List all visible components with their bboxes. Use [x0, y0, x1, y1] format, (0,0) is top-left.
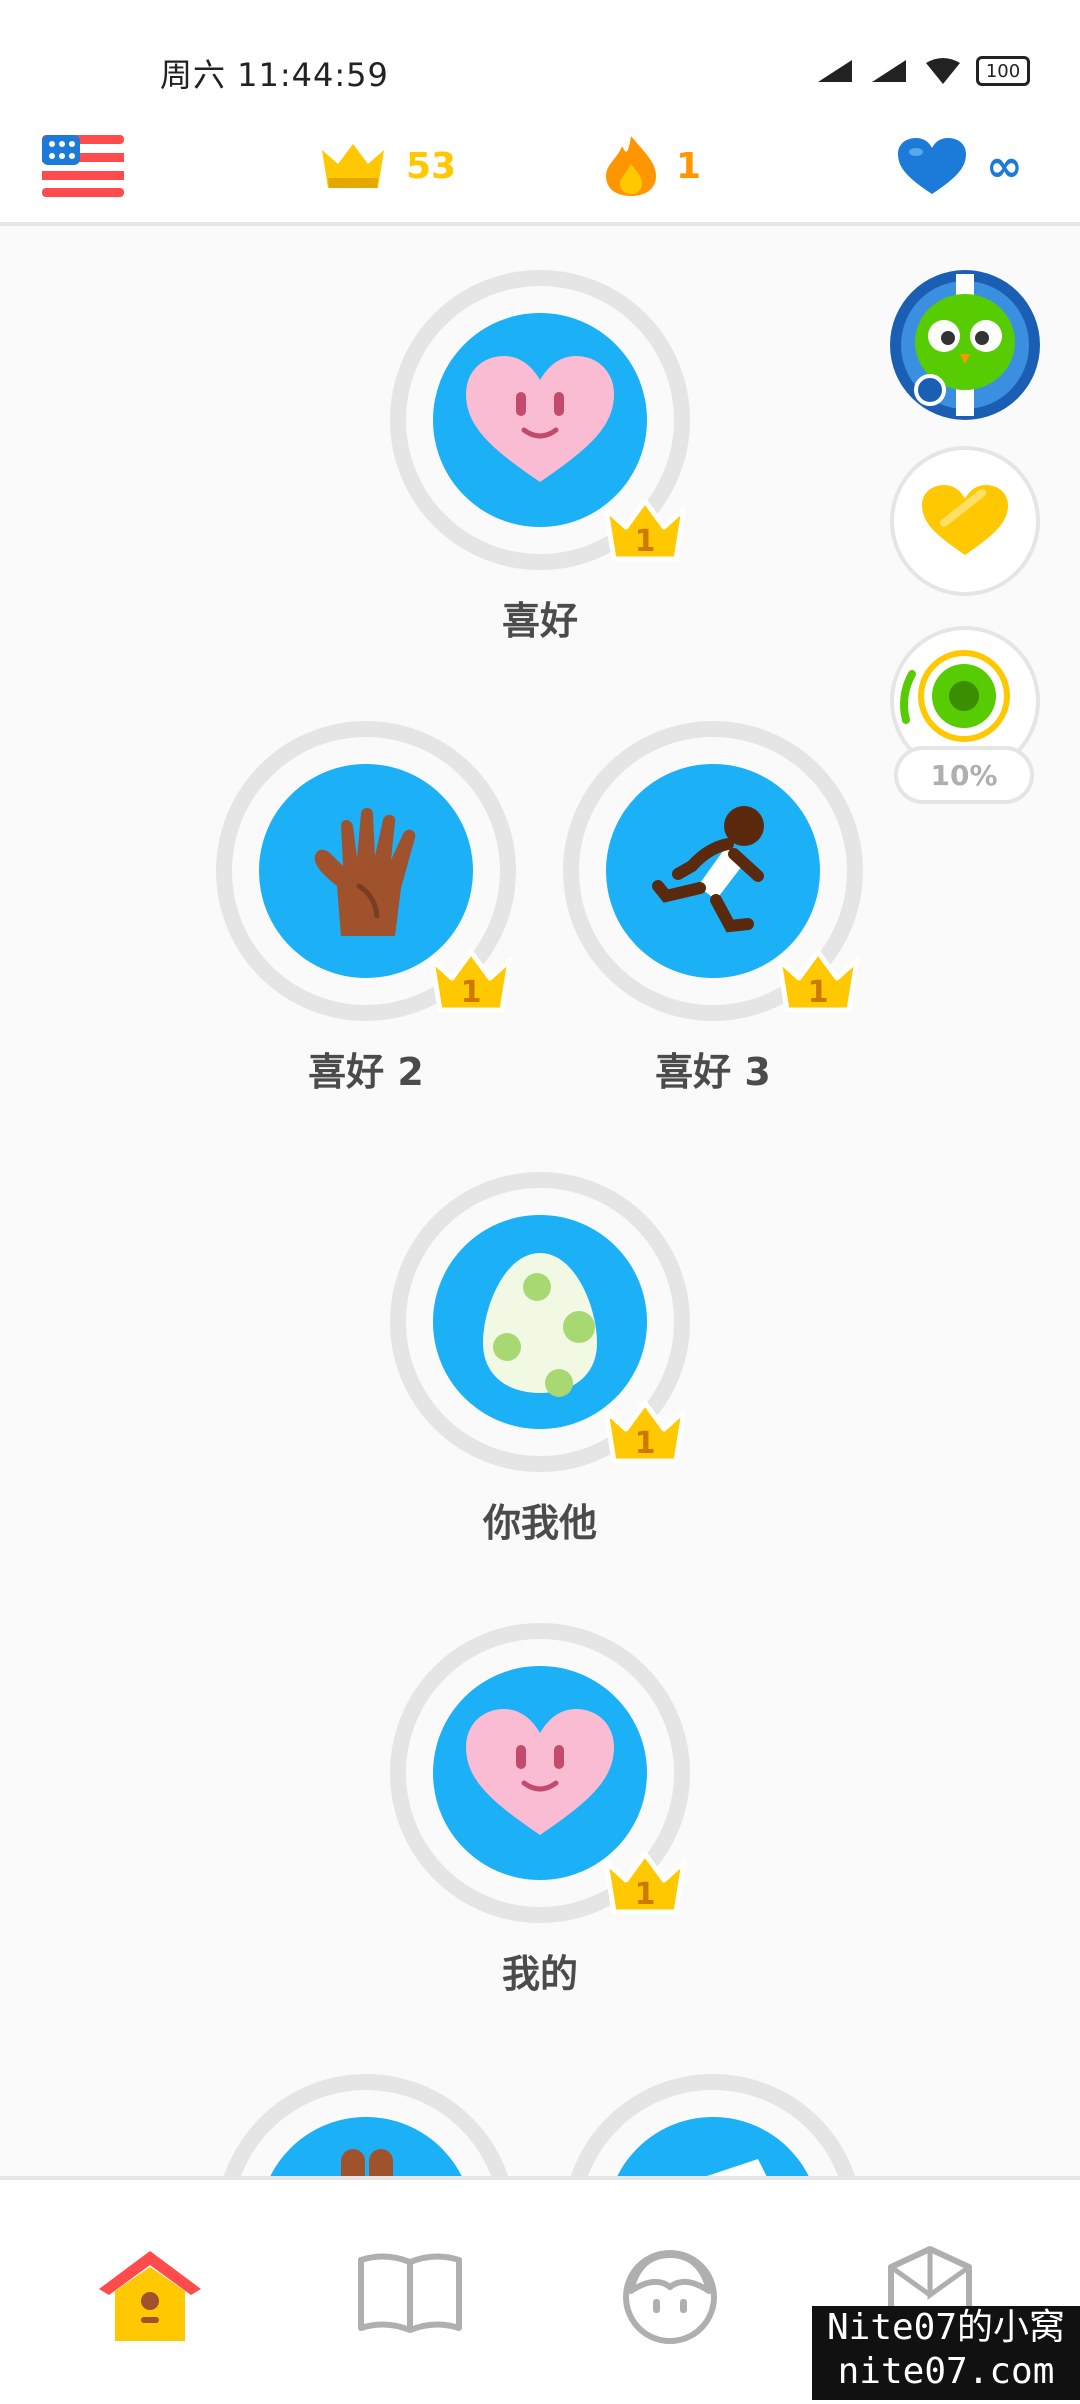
hearts-count: ∞: [986, 140, 1023, 192]
profile-face-icon: [623, 2250, 717, 2344]
crown-level-icon: 1: [603, 1851, 687, 1915]
skill-node-xihao-3[interactable]: 1 喜好 3: [548, 721, 878, 1094]
gold-heart-icon: [922, 485, 1008, 555]
hearts-counter[interactable]: ∞: [896, 110, 1023, 222]
skill-node-partial[interactable]: [201, 2074, 531, 2176]
skill-label: 喜好 2: [308, 1050, 424, 1094]
battery-icon: 100: [976, 56, 1030, 86]
skill-icon: [341, 2149, 393, 2176]
nav-home[interactable]: [90, 2240, 210, 2350]
crown-icon: [322, 144, 384, 188]
battery-level: 100: [985, 60, 1021, 82]
crown-level-icon: 1: [429, 949, 513, 1013]
crown-level: 1: [635, 1877, 656, 1912]
owl-character-icon: [893, 273, 1037, 417]
skill-label: 喜好 3: [655, 1050, 771, 1094]
heart-refill-button[interactable]: [890, 446, 1040, 596]
status-bar: 周六 11:44:59 100: [0, 0, 1080, 110]
status-time: 周六 11:44:59: [160, 56, 389, 94]
crown-level-icon: 1: [776, 949, 860, 1013]
skill-node-xihao[interactable]: 1 喜好: [375, 270, 705, 643]
spotted-egg-icon: [483, 1253, 597, 1397]
progress-label: 10%: [930, 758, 998, 792]
crown-level: 1: [461, 975, 482, 1010]
heart-icon: [898, 138, 966, 194]
skill-node-niwota[interactable]: 1 你我他: [375, 1172, 705, 1545]
crowns-counter[interactable]: 53: [318, 110, 456, 222]
skill-tree: 1 喜好 1 喜好 2 1 喜好 3 1 你我他 1 我的 10%: [0, 226, 1080, 2176]
streak-counter[interactable]: 1: [604, 110, 701, 222]
crown-level: 1: [808, 975, 829, 1010]
crown-level-icon: 1: [603, 1400, 687, 1464]
watermark: Nite07的小窝 nite07.com: [812, 2306, 1080, 2400]
watermark-line-1: Nite07的小窝: [826, 2307, 1066, 2348]
xp-chest-icon: [918, 650, 1010, 742]
skill-label: 我的: [501, 1952, 578, 1996]
book-icon: [358, 2253, 462, 2333]
wifi-icon: [926, 58, 960, 84]
language-flag-button[interactable]: [42, 110, 124, 222]
crown-level-icon: 1: [603, 498, 687, 562]
home-icon: [99, 2251, 201, 2341]
character-button[interactable]: [890, 270, 1040, 420]
nav-stories[interactable]: [350, 2240, 470, 2350]
top-bar: 53 1 ∞: [0, 110, 1080, 226]
status-icons: 100: [816, 56, 1030, 86]
skill-label: 喜好: [501, 599, 578, 643]
skill-icon: [707, 2159, 767, 2176]
crowns-count: 53: [406, 145, 457, 187]
skill-node-xihao-2[interactable]: 1 喜好 2: [201, 721, 531, 1094]
running-person-icon: [652, 806, 764, 933]
streak-count: 1: [676, 145, 702, 187]
signal-icon: [818, 60, 852, 82]
waving-hand-icon: [314, 808, 416, 936]
skill-label: 你我他: [482, 1501, 597, 1545]
smiling-heart-icon: [466, 1709, 614, 1835]
watermark-line-2: nite07.com: [837, 2351, 1055, 2392]
us-flag-icon: [42, 135, 124, 197]
crown-level: 1: [635, 1426, 656, 1461]
nav-profile[interactable]: [610, 2240, 730, 2350]
crown-level: 1: [635, 524, 656, 559]
signal-icon: [872, 60, 906, 82]
skill-node-wode[interactable]: 1 我的: [375, 1623, 705, 1996]
smiling-heart-icon: [466, 356, 614, 482]
progress-label-pill: 10%: [894, 746, 1034, 804]
skill-node-partial[interactable]: [548, 2074, 878, 2176]
flame-icon: [606, 136, 656, 196]
